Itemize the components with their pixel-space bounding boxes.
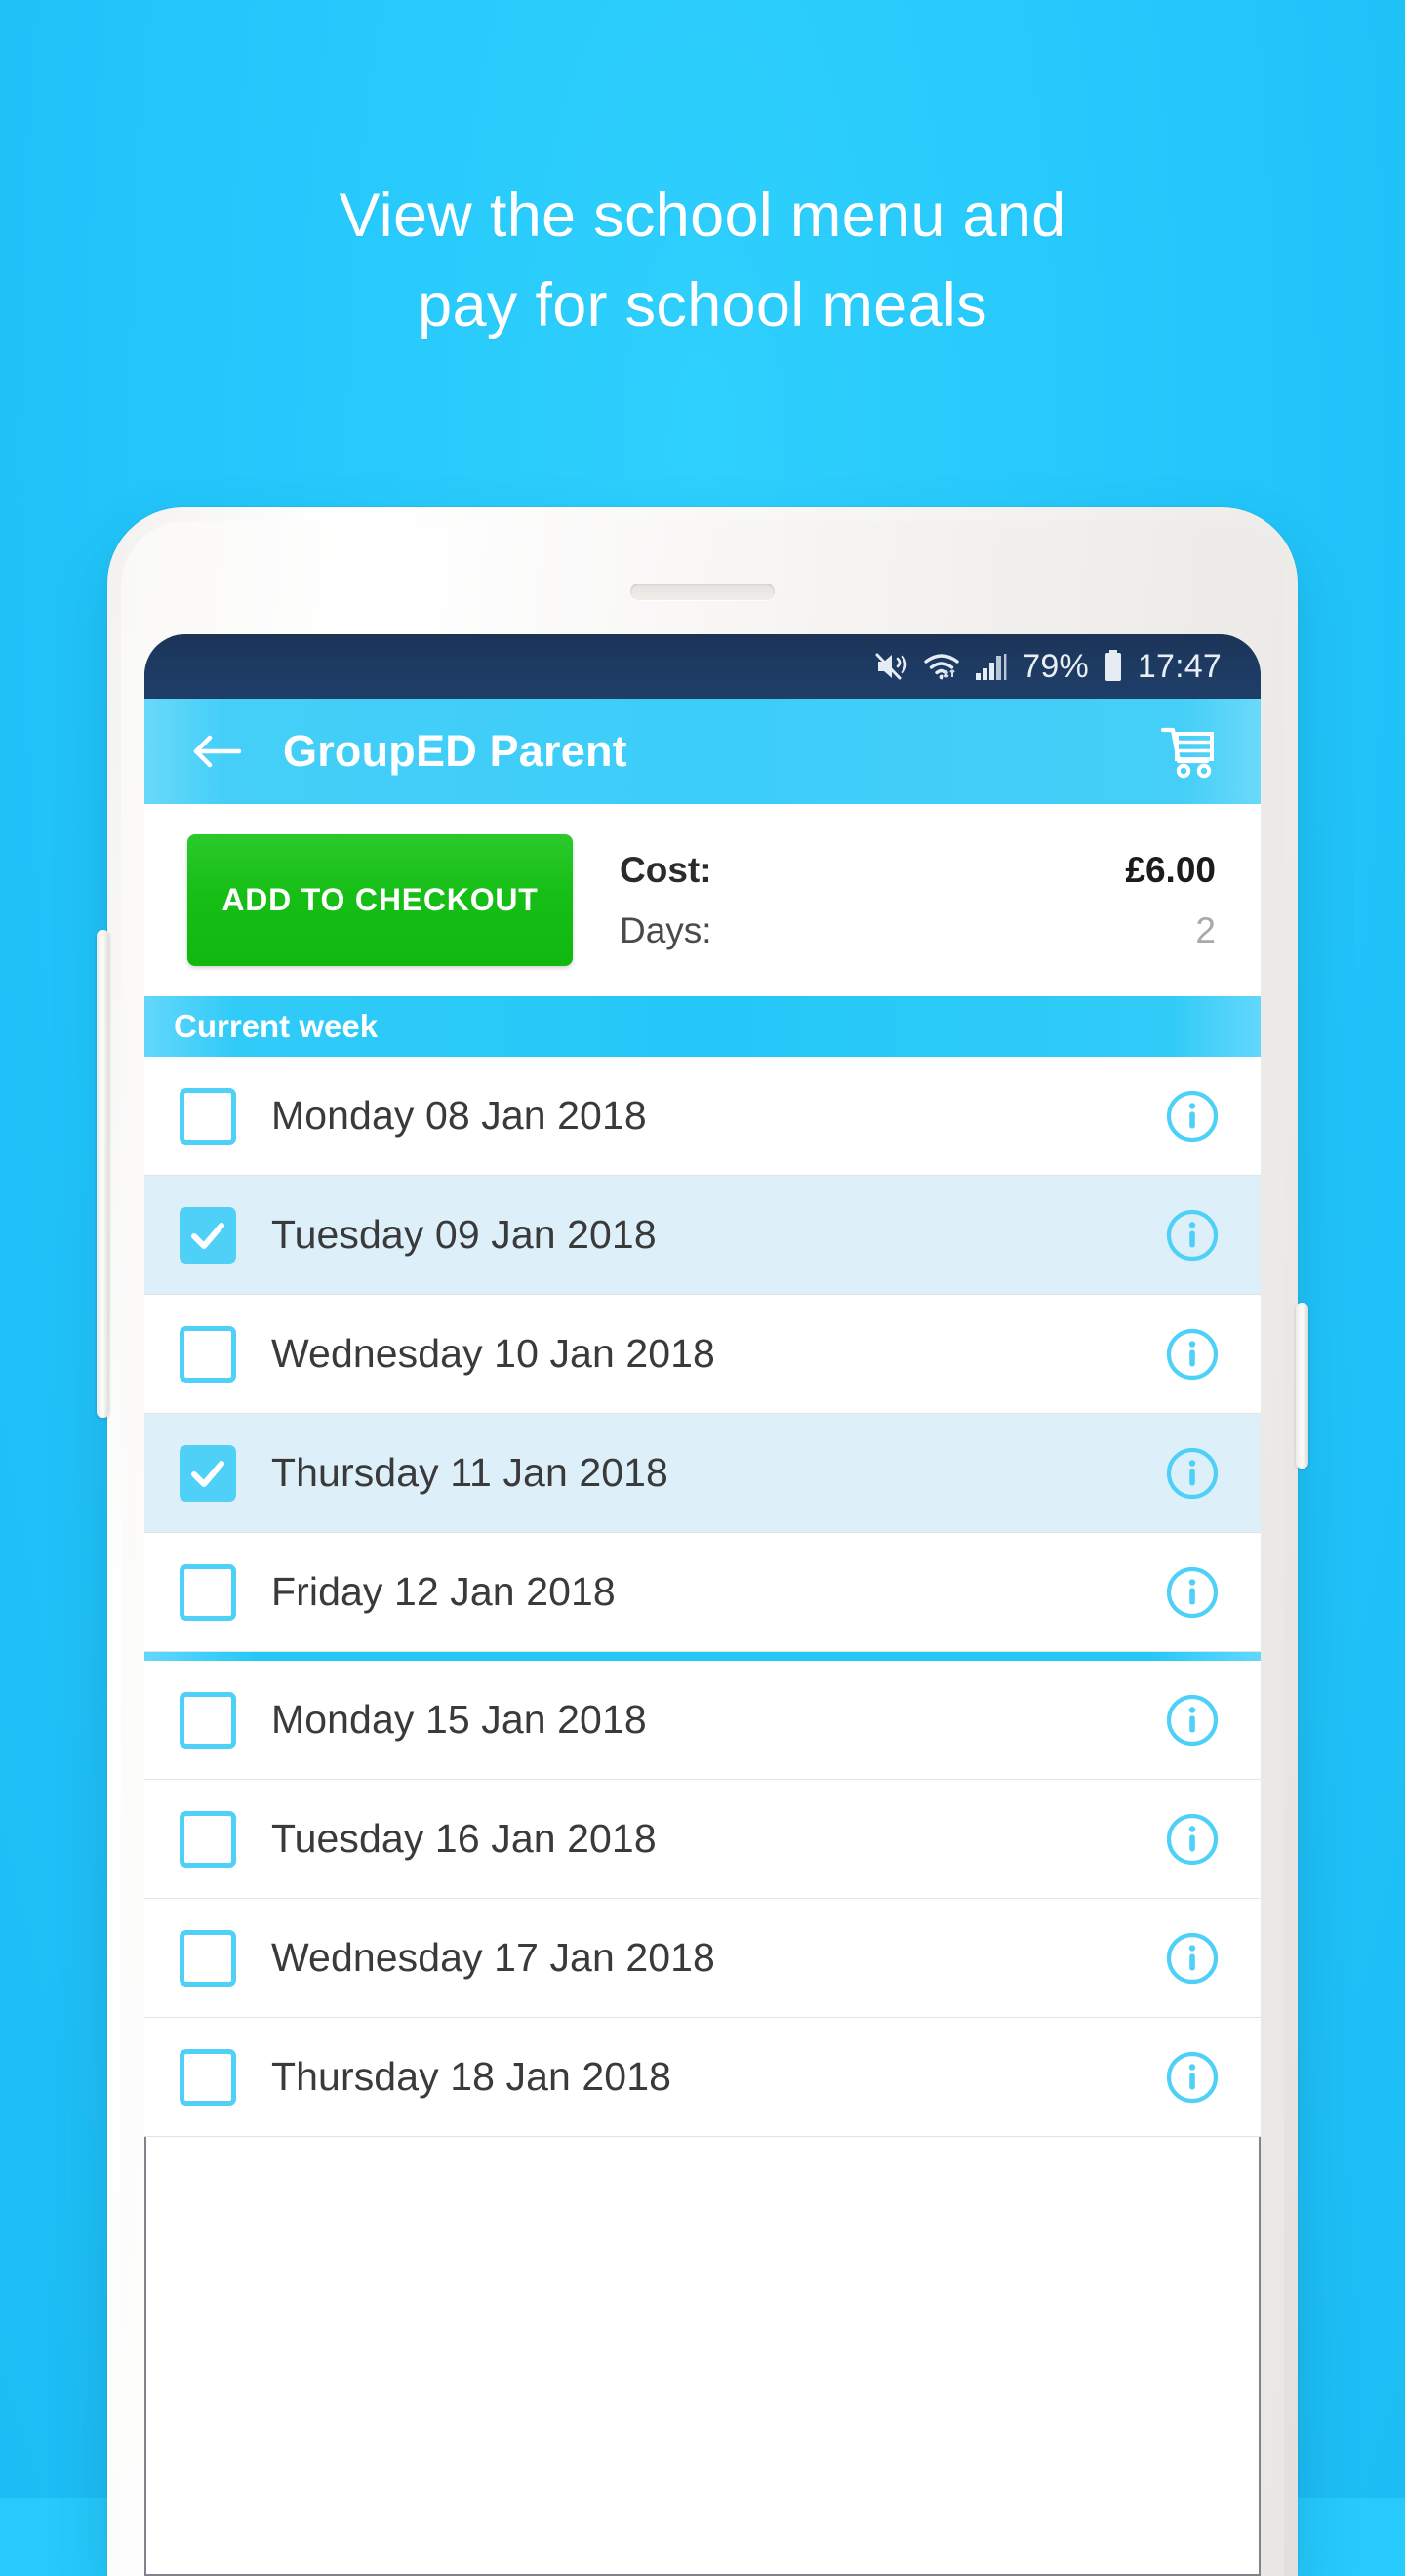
- app-bar: GroupED Parent: [144, 699, 1261, 804]
- shopping-cart-button[interactable]: [1149, 712, 1227, 790]
- days-row: Days: 2: [620, 910, 1216, 951]
- day-row[interactable]: Thursday 11 Jan 2018: [144, 1414, 1261, 1533]
- info-icon[interactable]: [1163, 1563, 1222, 1622]
- app-title: GroupED Parent: [283, 726, 627, 776]
- info-icon[interactable]: [1163, 1206, 1222, 1265]
- cost-label: Cost:: [620, 849, 712, 890]
- day-row[interactable]: Tuesday 09 Jan 2018: [144, 1176, 1261, 1295]
- day-row[interactable]: Friday 12 Jan 2018: [144, 1533, 1261, 1652]
- mute-vibrate-icon: [874, 651, 909, 682]
- day-label: Thursday 18 Jan 2018: [271, 2054, 671, 2099]
- promo-headline: View the school menu and pay for school …: [0, 171, 1405, 350]
- info-icon[interactable]: [1163, 2048, 1222, 2107]
- info-icon[interactable]: [1163, 1810, 1222, 1869]
- battery-icon: [1102, 649, 1125, 684]
- day-row[interactable]: Tuesday 16 Jan 2018: [144, 1780, 1261, 1899]
- power-button[interactable]: [1296, 1303, 1308, 1469]
- day-label: Tuesday 16 Jan 2018: [271, 1816, 657, 1861]
- order-summary-panel: ADD TO CHECKOUT Cost: £6.00 Days: 2: [144, 804, 1261, 996]
- day-checkbox-unchecked[interactable]: [180, 1929, 236, 1987]
- day-label: Tuesday 09 Jan 2018: [271, 1212, 657, 1257]
- promo-headline-line-1: View the school menu and: [339, 181, 1066, 250]
- day-checkbox-unchecked[interactable]: [180, 2048, 236, 2106]
- day-label: Monday 15 Jan 2018: [271, 1697, 647, 1742]
- day-checkbox-unchecked[interactable]: [180, 1691, 236, 1749]
- promo-headline-line-2: pay for school meals: [418, 271, 987, 340]
- days-value: 2: [1195, 909, 1216, 950]
- battery-percent-label: 79%: [1022, 647, 1089, 685]
- wifi-icon: [922, 651, 961, 682]
- status-bar: 79% 17:47: [144, 634, 1261, 699]
- info-icon[interactable]: [1163, 1929, 1222, 1988]
- earpiece-speaker: [630, 584, 775, 600]
- week-divider: [144, 1652, 1261, 1661]
- day-row[interactable]: Monday 15 Jan 2018: [144, 1661, 1261, 1780]
- phone-device-frame: 79% 17:47 GroupED Parent ADD TO CHECKOUT…: [97, 507, 1308, 2576]
- info-icon[interactable]: [1163, 1087, 1222, 1146]
- clock-label: 17:47: [1137, 647, 1222, 685]
- cost-value: £6.00: [1125, 849, 1216, 890]
- day-row[interactable]: Monday 08 Jan 2018: [144, 1057, 1261, 1176]
- day-checkbox-unchecked[interactable]: [180, 1325, 236, 1383]
- day-checkbox-unchecked[interactable]: [180, 1810, 236, 1868]
- info-icon[interactable]: [1163, 1325, 1222, 1384]
- day-label: Wednesday 17 Jan 2018: [271, 1935, 715, 1980]
- day-checkbox-unchecked[interactable]: [180, 1563, 236, 1621]
- add-to-checkout-button[interactable]: ADD TO CHECKOUT: [187, 834, 573, 966]
- info-icon[interactable]: [1163, 1444, 1222, 1503]
- day-label: Monday 08 Jan 2018: [271, 1093, 647, 1138]
- day-label: Thursday 11 Jan 2018: [271, 1450, 668, 1495]
- days-label: Days:: [620, 909, 712, 950]
- cost-summary-table: Cost: £6.00 Days: 2: [620, 850, 1216, 951]
- signal-icon: [974, 651, 1009, 682]
- phone-screen: 79% 17:47 GroupED Parent ADD TO CHECKOUT…: [144, 634, 1261, 2576]
- day-label: Wednesday 10 Jan 2018: [271, 1331, 715, 1376]
- current-week-section-header: Current week: [144, 996, 1261, 1057]
- day-checkbox-unchecked[interactable]: [180, 1087, 236, 1145]
- day-list: Monday 08 Jan 2018 Tuesday 09 Jan 2018 Wed…: [144, 1057, 1261, 2137]
- day-row[interactable]: Wednesday 17 Jan 2018: [144, 1899, 1261, 2018]
- volume-button[interactable]: [97, 930, 109, 1418]
- day-label: Friday 12 Jan 2018: [271, 1569, 616, 1614]
- back-button[interactable]: [180, 715, 252, 787]
- day-checkbox-checked[interactable]: [180, 1206, 236, 1264]
- cost-row: Cost: £6.00: [620, 850, 1216, 891]
- day-checkbox-checked[interactable]: [180, 1444, 236, 1502]
- day-row[interactable]: Wednesday 10 Jan 2018: [144, 1295, 1261, 1414]
- day-row[interactable]: Thursday 18 Jan 2018: [144, 2018, 1261, 2137]
- info-icon[interactable]: [1163, 1691, 1222, 1750]
